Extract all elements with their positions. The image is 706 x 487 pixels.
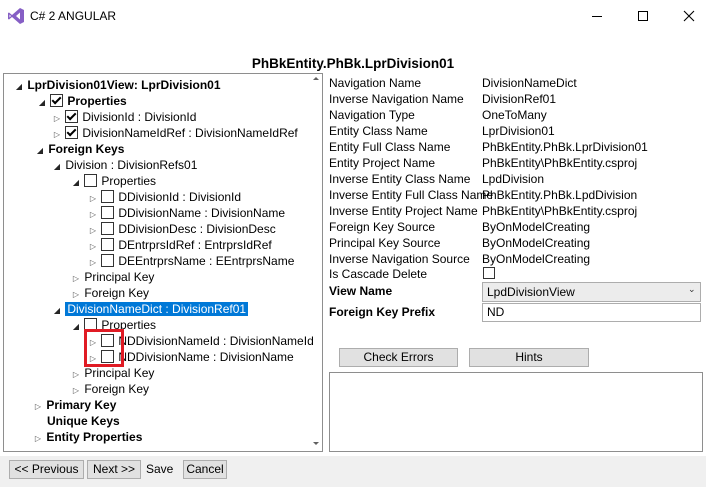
fk-prefix-input[interactable]: ND: [482, 303, 701, 322]
output-textbox[interactable]: [329, 372, 703, 452]
prop-value: ByOnModelCreating: [482, 236, 591, 250]
prop-value: DivisionNameDict: [482, 76, 577, 90]
expanded-arrow-icon[interactable]: ◢: [52, 159, 62, 175]
minimize-icon: [592, 16, 602, 17]
expanded-arrow-icon[interactable]: ◢: [37, 95, 47, 111]
prop-label: Inverse Navigation Name: [329, 92, 464, 106]
tree-node-division-name-id-ref[interactable]: ▷ DivisionNameIdRef : DivisionNameIdRef: [52, 125, 298, 141]
tree-node-fk1-properties[interactable]: ◢ Properties: [71, 173, 156, 189]
expanded-arrow-icon[interactable]: ◢: [71, 319, 81, 335]
maximize-icon: [638, 11, 648, 21]
prop-label: Entity Project Name: [329, 156, 436, 170]
properties-checkbox[interactable]: [50, 94, 64, 107]
prop-value: LprDivision01: [482, 124, 555, 138]
tree-node-fk2-principal-key[interactable]: ▷ Principal Key: [71, 365, 154, 381]
previous-button[interactable]: << Previous: [9, 460, 84, 479]
tree-node-entity-properties[interactable]: ▷ Entity Properties: [33, 429, 142, 445]
close-icon: [683, 10, 695, 22]
prop-label: Entity Full Class Name: [329, 140, 451, 154]
selected-node-label[interactable]: DivisionNameDict : DivisionRef01: [65, 302, 249, 316]
scroll-down-arrow-icon[interactable]: [313, 442, 319, 445]
collapsed-arrow-icon[interactable]: ▷: [33, 431, 43, 447]
tree-node-ddivision-name[interactable]: ▷ DDivisionName : DivisionName: [88, 205, 285, 221]
tree-node-dentrprs-id-ref[interactable]: ▷ DEntrprsIdRef : EntrprsIdRef: [88, 237, 272, 253]
ddivision-desc-checkbox[interactable]: [101, 222, 115, 235]
hints-button[interactable]: Hints: [469, 348, 589, 367]
window-title: C# 2 ANGULAR: [30, 9, 117, 23]
minimize-button[interactable]: [574, 0, 620, 32]
prop-label: Inverse Entity Full Class Name: [329, 188, 494, 202]
dentrprs-id-ref-checkbox[interactable]: [101, 238, 115, 251]
prop-value: ByOnModelCreating: [482, 252, 591, 266]
tree-node-properties[interactable]: ◢ Properties: [37, 93, 127, 109]
division-name-id-ref-checkbox[interactable]: [65, 126, 79, 139]
tree-node-deentrprs-name[interactable]: ▷ DEEntrprsName : EEntrprsName: [88, 253, 294, 269]
ddivision-id-checkbox[interactable]: [101, 190, 115, 203]
visual-studio-icon: [7, 7, 25, 25]
prop-value: LpdDivision: [482, 172, 545, 186]
tree-node-fk2-foreign-key[interactable]: ▷ Foreign Key: [71, 381, 149, 397]
tree-node-fk1-foreign-key[interactable]: ▷ Foreign Key: [71, 285, 149, 301]
prop-label: Inverse Entity Project Name: [329, 204, 478, 218]
prop-label: Foreign Key Source: [329, 220, 436, 234]
cascade-delete-checkbox[interactable]: [483, 267, 495, 279]
fk-prefix-label: Foreign Key Prefix: [329, 305, 436, 319]
expanded-arrow-icon[interactable]: ◢: [52, 303, 62, 319]
tree-node-root[interactable]: ◢ LprDivision01View: LprDivision01: [14, 77, 221, 93]
prop-label: Navigation Name: [329, 76, 422, 90]
tree-node-ddivision-id[interactable]: ▷ DDivisionId : DivisionId: [88, 189, 241, 205]
maximize-button[interactable]: [620, 0, 666, 32]
tree-node-ddivision-desc[interactable]: ▷ DDivisionDesc : DivisionDesc: [88, 221, 276, 237]
prop-label: Principal Key Source: [329, 236, 441, 250]
view-name-label: View Name: [329, 284, 393, 298]
prop-value: PhBkEntity\PhBkEntity.csproj: [482, 204, 638, 218]
next-button[interactable]: Next >>: [87, 460, 141, 479]
highlight-box: [84, 329, 124, 367]
prop-label: Entity Class Name: [329, 124, 428, 138]
cancel-button[interactable]: Cancel: [183, 460, 227, 479]
prop-value: PhBkEntity.PhBk.LprDivision01: [482, 140, 648, 154]
tree-node-division-refs[interactable]: ◢ Division : DivisionRefs01: [52, 157, 197, 173]
tree-node-unique-keys[interactable]: Unique Keys: [47, 413, 120, 429]
close-button[interactable]: [666, 0, 706, 32]
chevron-down-icon[interactable]: ⌄: [688, 284, 696, 295]
expanded-arrow-icon[interactable]: ◢: [71, 175, 81, 191]
prop-value: PhBkEntity.PhBk.LpdDivision: [482, 188, 638, 202]
collapsed-arrow-icon[interactable]: ▷: [33, 399, 43, 415]
tree-node-division-name-dict[interactable]: ◢ DivisionNameDict : DivisionRef01: [52, 301, 249, 319]
tree-node-foreign-keys[interactable]: ◢ Foreign Keys: [35, 141, 124, 157]
fk1-properties-checkbox[interactable]: [84, 174, 98, 187]
prop-label: Inverse Navigation Source: [329, 252, 470, 266]
scroll-up-arrow-icon[interactable]: [313, 77, 319, 80]
cascade-delete-label: Is Cascade Delete: [329, 267, 428, 281]
save-button[interactable]: Save: [146, 462, 173, 476]
tree-node-primary-key[interactable]: ▷ Primary Key: [33, 397, 116, 413]
tree-scrollbar[interactable]: [311, 74, 321, 450]
ddivision-name-checkbox[interactable]: [101, 206, 115, 219]
prop-value: OneToMany: [482, 108, 547, 122]
check-errors-button[interactable]: Check Errors: [339, 348, 458, 367]
expanded-arrow-icon[interactable]: ◢: [14, 79, 24, 95]
tree-node-fk1-principal-key[interactable]: ▷ Principal Key: [71, 269, 154, 285]
prop-value: ByOnModelCreating: [482, 220, 591, 234]
prop-label: Inverse Entity Class Name: [329, 172, 471, 186]
expanded-arrow-icon[interactable]: ◢: [35, 143, 45, 159]
prop-value: PhBkEntity\PhBkEntity.csproj: [482, 156, 638, 170]
prop-label: Navigation Type: [329, 108, 415, 122]
view-name-value: LpdDivisionView: [487, 285, 575, 299]
page-title: PhBkEntity.PhBk.LprDivision01: [251, 56, 455, 71]
deentrprs-name-checkbox[interactable]: [101, 254, 115, 267]
prop-value: DivisionRef01: [482, 92, 557, 106]
division-id-checkbox[interactable]: [65, 110, 79, 123]
tree-node-division-id[interactable]: ▷ DivisionId : DivisionId: [52, 109, 196, 125]
